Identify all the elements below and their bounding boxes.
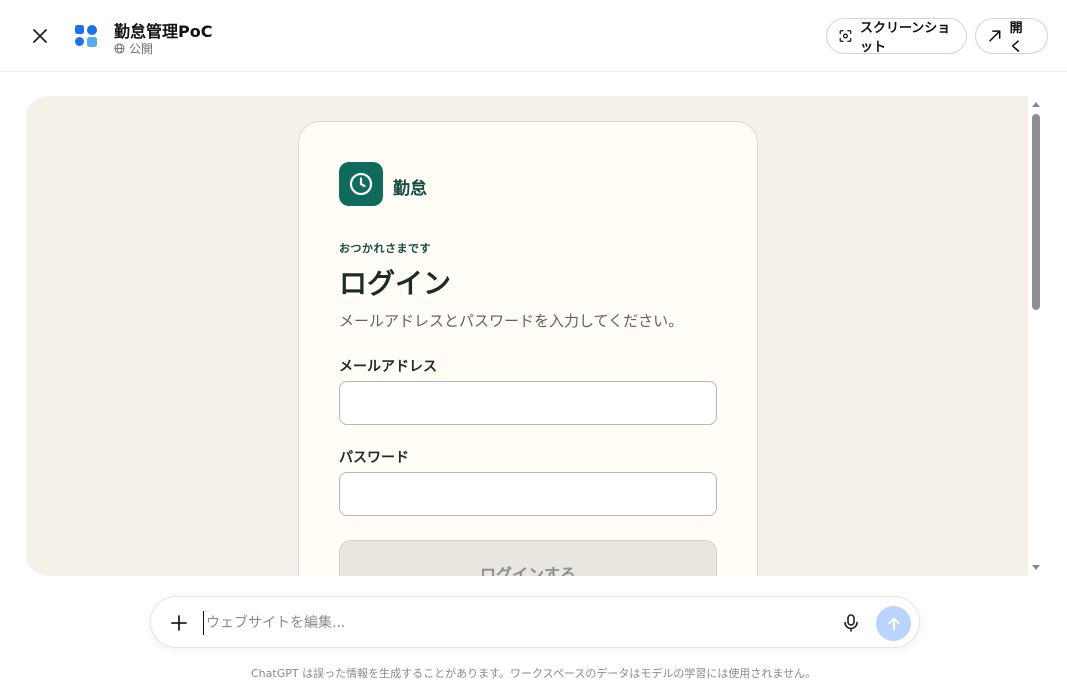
add-button[interactable] [165, 609, 193, 637]
top-bar: 勤怠管理PoC 公開 スクリーンショット 開く [0, 0, 1067, 72]
visibility-status: 公開 [114, 40, 153, 57]
screenshot-icon [839, 30, 852, 42]
login-button[interactable]: ログインする [339, 540, 717, 576]
globe-icon [114, 43, 125, 54]
plus-icon [171, 615, 187, 631]
close-button[interactable] [24, 20, 56, 52]
open-label: 開く [1009, 21, 1023, 55]
login-card: 勤怠 おつかれさまです ログイン メールアドレスとパスワードを入力してください。… [298, 121, 758, 576]
arrow-up-right-icon [989, 30, 1001, 42]
password-field[interactable] [339, 472, 717, 516]
email-field[interactable] [339, 381, 717, 425]
visibility-label: 公開 [129, 42, 154, 56]
greeting-text: おつかれさまです [339, 242, 431, 255]
composer [150, 596, 920, 648]
close-icon [33, 29, 47, 43]
page-subtitle: メールアドレスとパスワードを入力してください。 [339, 312, 684, 330]
brand-logo [339, 162, 383, 206]
password-label: パスワード [339, 450, 409, 466]
website-preview: 勤怠 おつかれさまです ログイン メールアドレスとパスワードを入力してください。… [26, 96, 1044, 576]
brand-name: 勤怠 [393, 179, 427, 199]
scrollbar[interactable] [1028, 96, 1044, 576]
scroll-up-arrow[interactable] [1032, 102, 1040, 107]
open-button[interactable]: 開く [975, 18, 1048, 55]
scrollbar-thumb[interactable] [1032, 114, 1040, 310]
app-grid-icon [75, 25, 97, 47]
disclaimer: ChatGPT は誤った情報を生成することがあります。ワークスペースのデータはモ… [251, 667, 816, 680]
mic-icon [844, 614, 858, 632]
screenshot-button[interactable]: スクリーンショット [826, 18, 967, 55]
clock-icon [349, 172, 373, 196]
screenshot-label: スクリーンショット [859, 21, 951, 55]
scroll-down-arrow[interactable] [1032, 565, 1040, 570]
email-label: メールアドレス [339, 359, 437, 375]
arrow-up-icon [888, 617, 899, 630]
composer-input[interactable] [203, 611, 823, 635]
app-title: 勤怠管理PoC [114, 22, 213, 41]
send-button[interactable] [876, 606, 911, 641]
mic-button[interactable] [837, 609, 865, 637]
page-title: ログイン [339, 267, 452, 300]
